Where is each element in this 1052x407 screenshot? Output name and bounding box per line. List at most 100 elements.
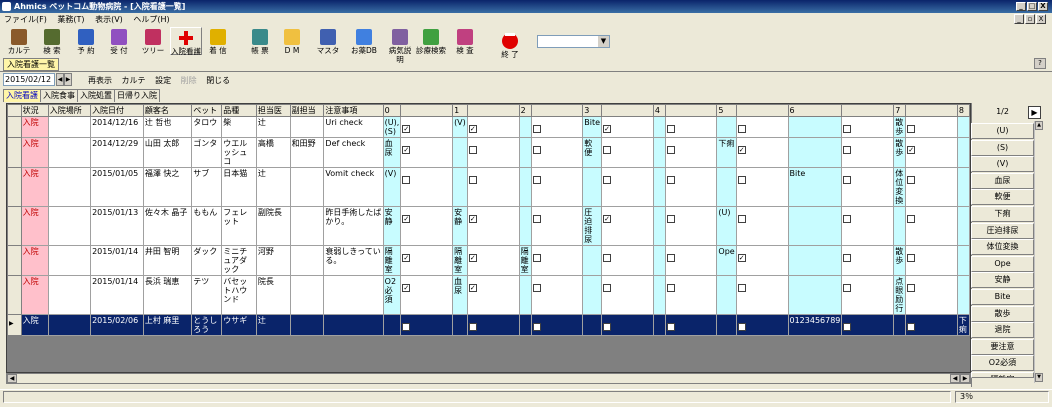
mdi-restore-button[interactable]: ▫ [1025, 14, 1035, 24]
cell-check[interactable] [530, 206, 584, 246]
cell-check[interactable] [735, 167, 789, 207]
checkbox[interactable] [666, 254, 675, 262]
cell-status[interactable]: 入院 [20, 167, 49, 207]
date-prev-button[interactable]: ◀ [56, 73, 64, 86]
cell-check[interactable]: ✓ [400, 116, 454, 138]
column-header[interactable] [841, 104, 895, 117]
table-row[interactable]: 入院 2015/01/14 井田 智明 ダック ミニチュアダック 河野 衰弱しきっている。隔… [7, 245, 970, 276]
cell-note[interactable]: Vomit check [323, 167, 384, 207]
cell-customer[interactable]: 井田 智明 [142, 245, 193, 276]
table-row[interactable]: 入院 2015/01/13 佐々木 晶子 ももん フェレット 副院長 昨日手術したばかり。安… [7, 206, 970, 246]
menu-help[interactable]: ヘルプ(H) [133, 15, 169, 24]
cell-slot-0[interactable]: 血尿 [382, 137, 402, 168]
column-header[interactable]: 5 [716, 104, 737, 117]
column-header[interactable]: 7 [893, 104, 907, 117]
cell-place[interactable] [47, 167, 92, 207]
column-header[interactable]: 担当医 [255, 104, 291, 117]
cell-date[interactable]: 2015/01/14 [90, 245, 144, 276]
cell-slot-0[interactable]: O2必須 [382, 275, 402, 315]
quick-entry-button[interactable]: 退院 [971, 322, 1034, 339]
cell-check[interactable] [905, 275, 958, 315]
cell-slot-7[interactable]: 点眼励行 [893, 275, 907, 315]
toolbar-button-calendar[interactable]: 予 約 [74, 27, 98, 55]
column-header[interactable]: 入院場所 [47, 104, 92, 117]
cell-slot-7[interactable] [893, 206, 907, 246]
cell-check[interactable] [530, 137, 584, 168]
cell-slot-5[interactable]: 下痢 [716, 137, 737, 168]
chevron-down-icon[interactable]: ▼ [598, 36, 609, 47]
toolbar-button-pill[interactable]: お薬DB [349, 27, 379, 55]
cell-slot-1[interactable] [452, 167, 468, 207]
toolbar-combo[interactable]: ▼ [537, 35, 610, 48]
checkbox[interactable] [468, 146, 477, 154]
column-header[interactable] [735, 104, 789, 117]
cell-check[interactable] [841, 137, 895, 168]
cell-slot-3[interactable]: 圧迫排尿 [582, 206, 603, 246]
tab-meals[interactable]: 入院食事 [40, 89, 78, 102]
cell-check[interactable] [905, 206, 958, 246]
column-header[interactable]: 副担当 [289, 104, 325, 117]
column-header[interactable] [601, 104, 654, 117]
scroll-left-icon-2[interactable]: ◀ [950, 374, 960, 383]
mdi-minimize-button[interactable]: _ [1014, 14, 1024, 24]
cell-check[interactable] [664, 137, 718, 168]
cell-note[interactable] [323, 314, 384, 336]
checkbox[interactable]: ✓ [402, 146, 411, 154]
scroll-up-icon[interactable]: ▲ [1035, 121, 1043, 130]
checkbox[interactable] [843, 284, 852, 292]
toolbar-button-reception[interactable]: 受 付 [106, 27, 132, 55]
checkbox[interactable]: ✓ [468, 254, 477, 262]
checkbox[interactable] [666, 323, 675, 331]
cell-slot-2[interactable] [518, 116, 532, 138]
cell-check[interactable] [400, 314, 454, 336]
cell-check[interactable] [530, 275, 584, 315]
checkbox[interactable] [907, 284, 916, 292]
checkbox[interactable] [843, 176, 852, 184]
cell-check[interactable] [400, 167, 454, 207]
row-header[interactable] [7, 275, 22, 315]
cell-slot-2[interactable]: 隔離室 [518, 245, 532, 276]
column-header[interactable]: 3 [582, 104, 603, 117]
cell-status[interactable]: 入院 [20, 245, 49, 276]
checkbox[interactable]: ✓ [402, 125, 411, 133]
menu-view[interactable]: 表示(V) [95, 15, 123, 24]
column-header[interactable] [530, 104, 584, 117]
cell-place[interactable] [47, 206, 92, 246]
toolbar-button-master[interactable]: マスタ [315, 27, 341, 55]
cell-note[interactable] [323, 275, 384, 315]
toolbar-button-document[interactable]: 病気説明 [386, 27, 414, 64]
cell-check[interactable] [530, 116, 584, 138]
quick-entry-button[interactable]: 下痢 [971, 206, 1034, 222]
checkbox[interactable] [666, 284, 675, 292]
cell-check[interactable]: ✓ [466, 275, 520, 315]
cell-check[interactable] [530, 245, 584, 276]
checkbox[interactable] [843, 323, 852, 331]
cell-check[interactable] [841, 116, 895, 138]
cell-slot-5[interactable] [716, 116, 737, 138]
quick-entry-button[interactable]: (U) [971, 123, 1034, 139]
row-header[interactable] [7, 245, 22, 276]
column-header[interactable]: 4 [652, 104, 666, 117]
cell-slot-6[interactable] [787, 245, 843, 276]
toolbar-button-envelope[interactable]: D M [280, 27, 304, 55]
cell-sub[interactable] [289, 245, 325, 276]
cell-place[interactable] [47, 116, 92, 138]
column-header[interactable]: 顧客名 [142, 104, 193, 117]
quick-entry-button[interactable]: (S) [971, 139, 1034, 156]
cell-check[interactable]: ✓ [466, 245, 520, 276]
cell-customer[interactable]: 福澤 快之 [142, 167, 193, 207]
cell-check[interactable] [841, 245, 895, 276]
checkbox[interactable] [907, 254, 916, 262]
scroll-down-icon[interactable]: ▼ [1035, 373, 1043, 382]
scroll-right-icon[interactable]: ▶ [960, 374, 970, 383]
cell-slot-4[interactable] [652, 167, 666, 207]
table-row[interactable]: 入院 2015/01/05 福澤 快之 サブ 日本猫辻 Vomit check (V) Bit… [7, 167, 970, 207]
cell-check[interactable]: ✓ [466, 206, 520, 246]
cell-check[interactable] [905, 116, 958, 138]
date-next-button[interactable]: ▶ [64, 73, 72, 86]
cell-date[interactable]: 2015/01/13 [90, 206, 144, 246]
cell-check[interactable]: ✓ [466, 116, 520, 138]
vertical-scrollbar[interactable]: ▲ ▼ [1034, 121, 1043, 383]
cell-sub[interactable] [289, 275, 325, 315]
checkbox[interactable]: ✓ [737, 146, 746, 154]
